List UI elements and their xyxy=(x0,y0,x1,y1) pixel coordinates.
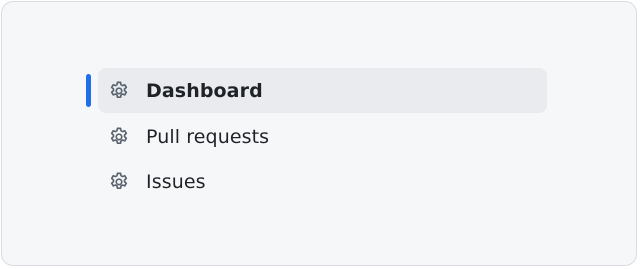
side-nav: Dashboard Pull requests Issues xyxy=(86,68,547,204)
nav-item-issues[interactable]: Issues xyxy=(86,159,547,204)
nav-item-label: Dashboard xyxy=(146,80,263,102)
nav-item-dashboard[interactable]: Dashboard xyxy=(86,68,547,114)
gear-icon xyxy=(107,170,131,194)
active-indicator xyxy=(86,74,91,107)
nav-panel: Dashboard Pull requests Issues xyxy=(1,1,637,266)
nav-item-label: Issues xyxy=(146,170,206,193)
nav-item-label: Pull requests xyxy=(146,125,270,148)
gear-icon xyxy=(107,125,131,149)
nav-item-pull-requests[interactable]: Pull requests xyxy=(86,114,547,159)
gear-icon xyxy=(107,79,131,103)
